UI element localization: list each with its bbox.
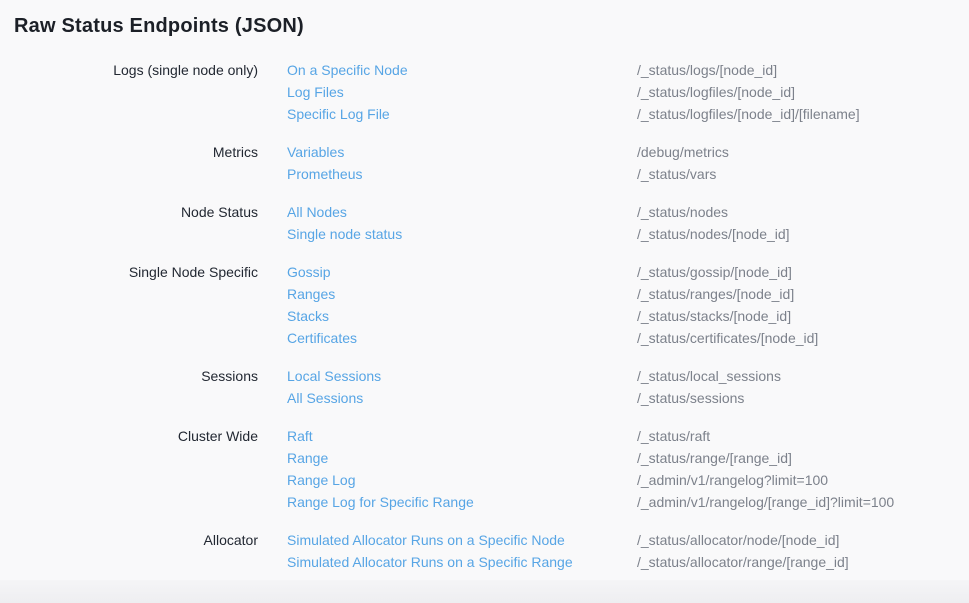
category-label: Cluster Wide <box>0 425 287 447</box>
endpoint-link[interactable]: Ranges <box>287 283 335 305</box>
endpoint-link[interactable]: Local Sessions <box>287 365 381 387</box>
endpoint-group: AllocatorSimulated Allocator Runs on a S… <box>0 529 969 573</box>
page-title: Raw Status Endpoints (JSON) <box>0 0 969 38</box>
category-label: Logs (single node only) <box>0 59 287 81</box>
endpoint-link[interactable]: Simulated Allocator Runs on a Specific N… <box>287 529 565 551</box>
endpoint-group: Logs (single node only)On a Specific Nod… <box>0 59 969 125</box>
endpoint-link[interactable]: Log Files <box>287 81 344 103</box>
endpoint-link[interactable]: Range Log for Specific Range <box>287 491 474 513</box>
endpoint-path: /_status/logfiles/[node_id] <box>637 81 969 103</box>
endpoint-path: /_status/stacks/[node_id] <box>637 305 969 327</box>
endpoint-link[interactable]: Single node status <box>287 223 402 245</box>
endpoint-group: SessionsLocal Sessions /_status/local_ses… <box>0 365 969 409</box>
category-label: Single Node Specific <box>0 261 287 283</box>
endpoint-path: /_status/sessions <box>637 387 969 409</box>
endpoint-path: /_status/raft <box>637 425 969 447</box>
endpoint-path: /_status/ranges/[node_id] <box>637 283 969 305</box>
endpoint-group: Node StatusAll Nodes /_status/nodes Single… <box>0 201 969 245</box>
endpoint-path: /_status/range/[range_id] <box>637 447 969 469</box>
endpoint-link[interactable]: Range Log <box>287 469 356 491</box>
endpoint-path: /_status/allocator/range/[range_id] <box>637 551 969 573</box>
endpoint-link[interactable]: Range <box>287 447 328 469</box>
endpoint-path: /_status/logs/[node_id] <box>637 59 969 81</box>
endpoint-path: /_status/nodes/[node_id] <box>637 223 969 245</box>
endpoint-link[interactable]: Gossip <box>287 261 331 283</box>
endpoint-group: Single Node SpecificGossip /_status/gossi… <box>0 261 969 349</box>
endpoint-groups: Logs (single node only)On a Specific Nod… <box>0 59 969 573</box>
endpoint-link[interactable]: Simulated Allocator Runs on a Specific R… <box>287 551 573 573</box>
category-label: Metrics <box>0 141 287 163</box>
category-label: Allocator <box>0 529 287 551</box>
endpoint-path: /_status/allocator/node/[node_id] <box>637 529 969 551</box>
endpoint-path: /_admin/v1/rangelog?limit=100 <box>637 469 969 491</box>
endpoint-group: MetricsVariables/debug/metrics Prometheus… <box>0 141 969 185</box>
endpoint-path: /_status/logfiles/[node_id]/[filename] <box>637 103 969 125</box>
endpoint-link[interactable]: All Sessions <box>287 387 363 409</box>
endpoint-link[interactable]: Raft <box>287 425 313 447</box>
endpoint-path: /_status/nodes <box>637 201 969 223</box>
raw-status-endpoints-page: Raw Status Endpoints (JSON) Logs (single… <box>0 0 969 573</box>
endpoint-path: /_status/vars <box>637 163 969 185</box>
endpoint-link[interactable]: All Nodes <box>287 201 347 223</box>
endpoint-path: /_status/certificates/[node_id] <box>637 327 969 349</box>
endpoint-link[interactable]: Specific Log File <box>287 103 390 125</box>
endpoint-path: /_status/gossip/[node_id] <box>637 261 969 283</box>
category-label: Node Status <box>0 201 287 223</box>
endpoint-group: Cluster WideRaft /_status/raft Range /_stat… <box>0 425 969 513</box>
footer-band <box>0 580 969 603</box>
category-label: Sessions <box>0 365 287 387</box>
endpoint-link[interactable]: On a Specific Node <box>287 59 408 81</box>
endpoint-link[interactable]: Certificates <box>287 327 357 349</box>
endpoint-path: /_admin/v1/rangelog/[range_id]?limit=100 <box>637 491 969 513</box>
endpoint-path: /debug/metrics <box>637 141 969 163</box>
endpoint-link[interactable]: Stacks <box>287 305 329 327</box>
endpoint-link[interactable]: Prometheus <box>287 163 362 185</box>
endpoint-link[interactable]: Variables <box>287 141 344 163</box>
endpoint-path: /_status/local_sessions <box>637 365 969 387</box>
